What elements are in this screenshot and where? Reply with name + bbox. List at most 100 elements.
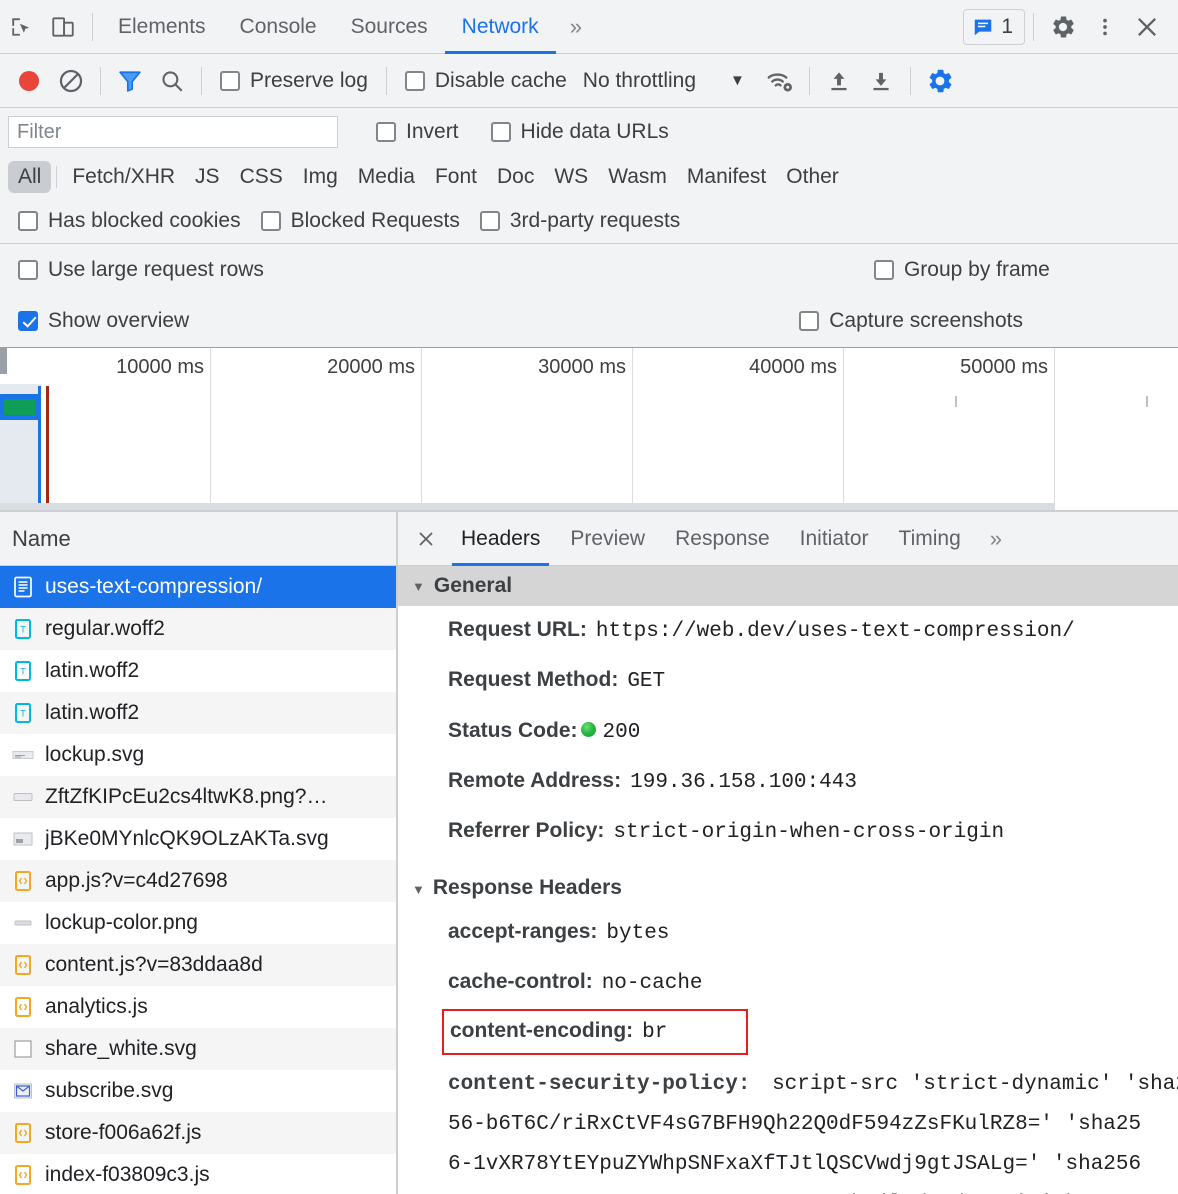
invert-box[interactable] bbox=[376, 122, 396, 142]
type-filter-fetch-xhr-label: Fetch/XHR bbox=[72, 165, 176, 188]
preserve-log-label: Preserve log bbox=[250, 68, 368, 92]
filter-input[interactable] bbox=[8, 116, 338, 148]
tab-timing[interactable]: Timing bbox=[884, 512, 976, 566]
table-row[interactable]: jBKe0MYnlcQK9OLzAKTa.svg bbox=[0, 818, 396, 860]
image-thumbnail-icon bbox=[12, 743, 34, 767]
type-filter-other[interactable]: Other bbox=[776, 161, 849, 193]
type-filter-media[interactable]: Media bbox=[348, 161, 425, 193]
type-filter-all-label: All bbox=[18, 165, 42, 188]
close-details-icon[interactable] bbox=[406, 519, 446, 559]
type-filter-ws[interactable]: WS bbox=[544, 161, 598, 193]
type-filter-manifest[interactable]: Manifest bbox=[677, 161, 776, 193]
tab-headers[interactable]: Headers bbox=[446, 512, 555, 566]
general-section-header[interactable]: ▼ General bbox=[398, 566, 1178, 606]
chevron-down-icon[interactable]: ▼ bbox=[696, 72, 759, 89]
capture-screenshots-checkbox[interactable]: Capture screenshots bbox=[789, 309, 1033, 333]
disable-cache-box[interactable] bbox=[404, 70, 425, 91]
svg-text:T: T bbox=[20, 625, 26, 635]
table-row[interactable]: T regular.woff2 bbox=[0, 608, 396, 650]
tab-initiator-label: Initiator bbox=[799, 526, 869, 550]
toolbar-divider bbox=[201, 66, 202, 95]
tab-elements[interactable]: Elements bbox=[101, 0, 223, 54]
import-har-icon[interactable] bbox=[818, 60, 860, 102]
more-tabs-label: » bbox=[569, 13, 582, 39]
table-row[interactable]: index-f03809c3.js bbox=[0, 1154, 396, 1194]
request-list: Name uses-text-compression/ T regular.wo… bbox=[0, 512, 398, 1194]
network-lower-panel: Name uses-text-compression/ T regular.wo… bbox=[0, 512, 1178, 1194]
table-row[interactable]: content.js?v=83ddaa8d bbox=[0, 944, 396, 986]
search-icon[interactable] bbox=[151, 60, 193, 102]
gear-icon[interactable] bbox=[1042, 6, 1084, 48]
device-toolbar-icon[interactable] bbox=[42, 6, 84, 48]
table-row[interactable]: app.js?v=c4d27698 bbox=[0, 860, 396, 902]
type-filter-wasm[interactable]: Wasm bbox=[598, 161, 677, 193]
blocked-requests-checkbox[interactable]: Blocked Requests bbox=[251, 209, 470, 233]
table-row[interactable]: T latin.woff2 bbox=[0, 650, 396, 692]
preserve-log-box[interactable] bbox=[220, 70, 240, 91]
close-icon[interactable] bbox=[1126, 6, 1168, 48]
network-conditions-icon[interactable] bbox=[759, 60, 801, 102]
capture-screenshots-box[interactable] bbox=[799, 311, 820, 332]
hide-data-urls-checkbox[interactable]: Hide data URLs bbox=[481, 120, 679, 144]
messages-badge[interactable]: 1 bbox=[963, 8, 1025, 45]
use-large-request-rows-checkbox[interactable]: Use large request rows bbox=[8, 258, 274, 282]
network-settings-gear-icon[interactable] bbox=[919, 60, 961, 102]
header-row: Request Method: GET bbox=[398, 656, 1178, 706]
overview-minor-tick bbox=[955, 396, 957, 407]
type-filter-fetch-xhr[interactable]: Fetch/XHR bbox=[62, 161, 185, 193]
third-party-requests-box[interactable] bbox=[479, 210, 500, 231]
group-by-frame-box[interactable] bbox=[873, 259, 894, 280]
inspect-element-icon[interactable] bbox=[0, 6, 42, 48]
throttling-select[interactable]: No throttling bbox=[577, 69, 696, 93]
overview-tick-label: 20000 ms bbox=[327, 356, 415, 378]
table-row[interactable]: ZftZfKIPcEu2cs4ltwK8.png?… bbox=[0, 776, 396, 818]
third-party-requests-checkbox[interactable]: 3rd-party requests bbox=[470, 209, 690, 233]
kebab-menu-icon[interactable] bbox=[1084, 6, 1126, 48]
tab-preview[interactable]: Preview bbox=[555, 512, 660, 566]
type-filter-doc[interactable]: Doc bbox=[487, 161, 544, 193]
hide-data-urls-box[interactable] bbox=[490, 122, 511, 142]
more-tabs-icon[interactable]: » bbox=[556, 14, 596, 40]
tab-response[interactable]: Response bbox=[660, 512, 785, 566]
type-filter-all[interactable]: All bbox=[8, 161, 52, 193]
disable-cache-checkbox[interactable]: Disable cache bbox=[395, 69, 577, 93]
network-overview[interactable]: 10000 ms 20000 ms 30000 ms 40000 ms 5000… bbox=[0, 348, 1178, 512]
table-row[interactable]: share_white.svg bbox=[0, 1028, 396, 1070]
type-filter-font[interactable]: Font bbox=[425, 161, 487, 193]
has-blocked-cookies-box[interactable] bbox=[18, 210, 38, 231]
tab-console[interactable]: Console bbox=[223, 0, 334, 54]
has-blocked-cookies-checkbox[interactable]: Has blocked cookies bbox=[8, 209, 251, 233]
table-row[interactable]: T latin.woff2 bbox=[0, 692, 396, 734]
table-row[interactable]: store-f006a62f.js bbox=[0, 1112, 396, 1154]
show-overview-box[interactable] bbox=[18, 311, 38, 332]
blocked-requests-box[interactable] bbox=[260, 210, 281, 231]
header-name: cache-control: bbox=[448, 970, 593, 994]
use-large-request-rows-box[interactable] bbox=[18, 259, 38, 280]
show-overview-checkbox[interactable]: Show overview bbox=[8, 309, 199, 333]
type-filter-js[interactable]: JS bbox=[185, 161, 230, 193]
table-row[interactable]: lockup.svg bbox=[0, 734, 396, 776]
table-row[interactable]: uses-text-compression/ bbox=[0, 566, 396, 608]
details-more-tabs-icon[interactable]: » bbox=[976, 526, 1016, 552]
tab-network[interactable]: Network bbox=[444, 0, 556, 54]
type-filter-img[interactable]: Img bbox=[293, 161, 348, 193]
tab-sources[interactable]: Sources bbox=[334, 0, 445, 54]
type-filter-row: All Fetch/XHR JS CSS Img Media Font Doc … bbox=[0, 156, 1178, 198]
clear-button[interactable] bbox=[50, 60, 92, 102]
record-button[interactable] bbox=[8, 60, 50, 102]
group-by-frame-checkbox[interactable]: Group by frame bbox=[864, 258, 1060, 282]
request-list-header[interactable]: Name bbox=[0, 512, 396, 566]
table-row[interactable]: subscribe.svg bbox=[0, 1070, 396, 1112]
tab-initiator[interactable]: Initiator bbox=[785, 512, 884, 566]
type-filter-css[interactable]: CSS bbox=[230, 161, 293, 193]
table-row[interactable]: lockup-color.png bbox=[0, 902, 396, 944]
overview-left-grip[interactable] bbox=[0, 348, 7, 374]
type-filter-media-label: Media bbox=[357, 165, 415, 188]
response-headers-section-header[interactable]: ▼ Response Headers bbox=[398, 868, 1178, 908]
export-har-icon[interactable] bbox=[860, 60, 902, 102]
preserve-log-checkbox[interactable]: Preserve log bbox=[210, 69, 378, 93]
table-row[interactable]: analytics.js bbox=[0, 986, 396, 1028]
invert-checkbox[interactable]: Invert bbox=[366, 120, 469, 144]
type-filter-css-label: CSS bbox=[239, 165, 283, 188]
filter-icon[interactable] bbox=[109, 60, 151, 102]
